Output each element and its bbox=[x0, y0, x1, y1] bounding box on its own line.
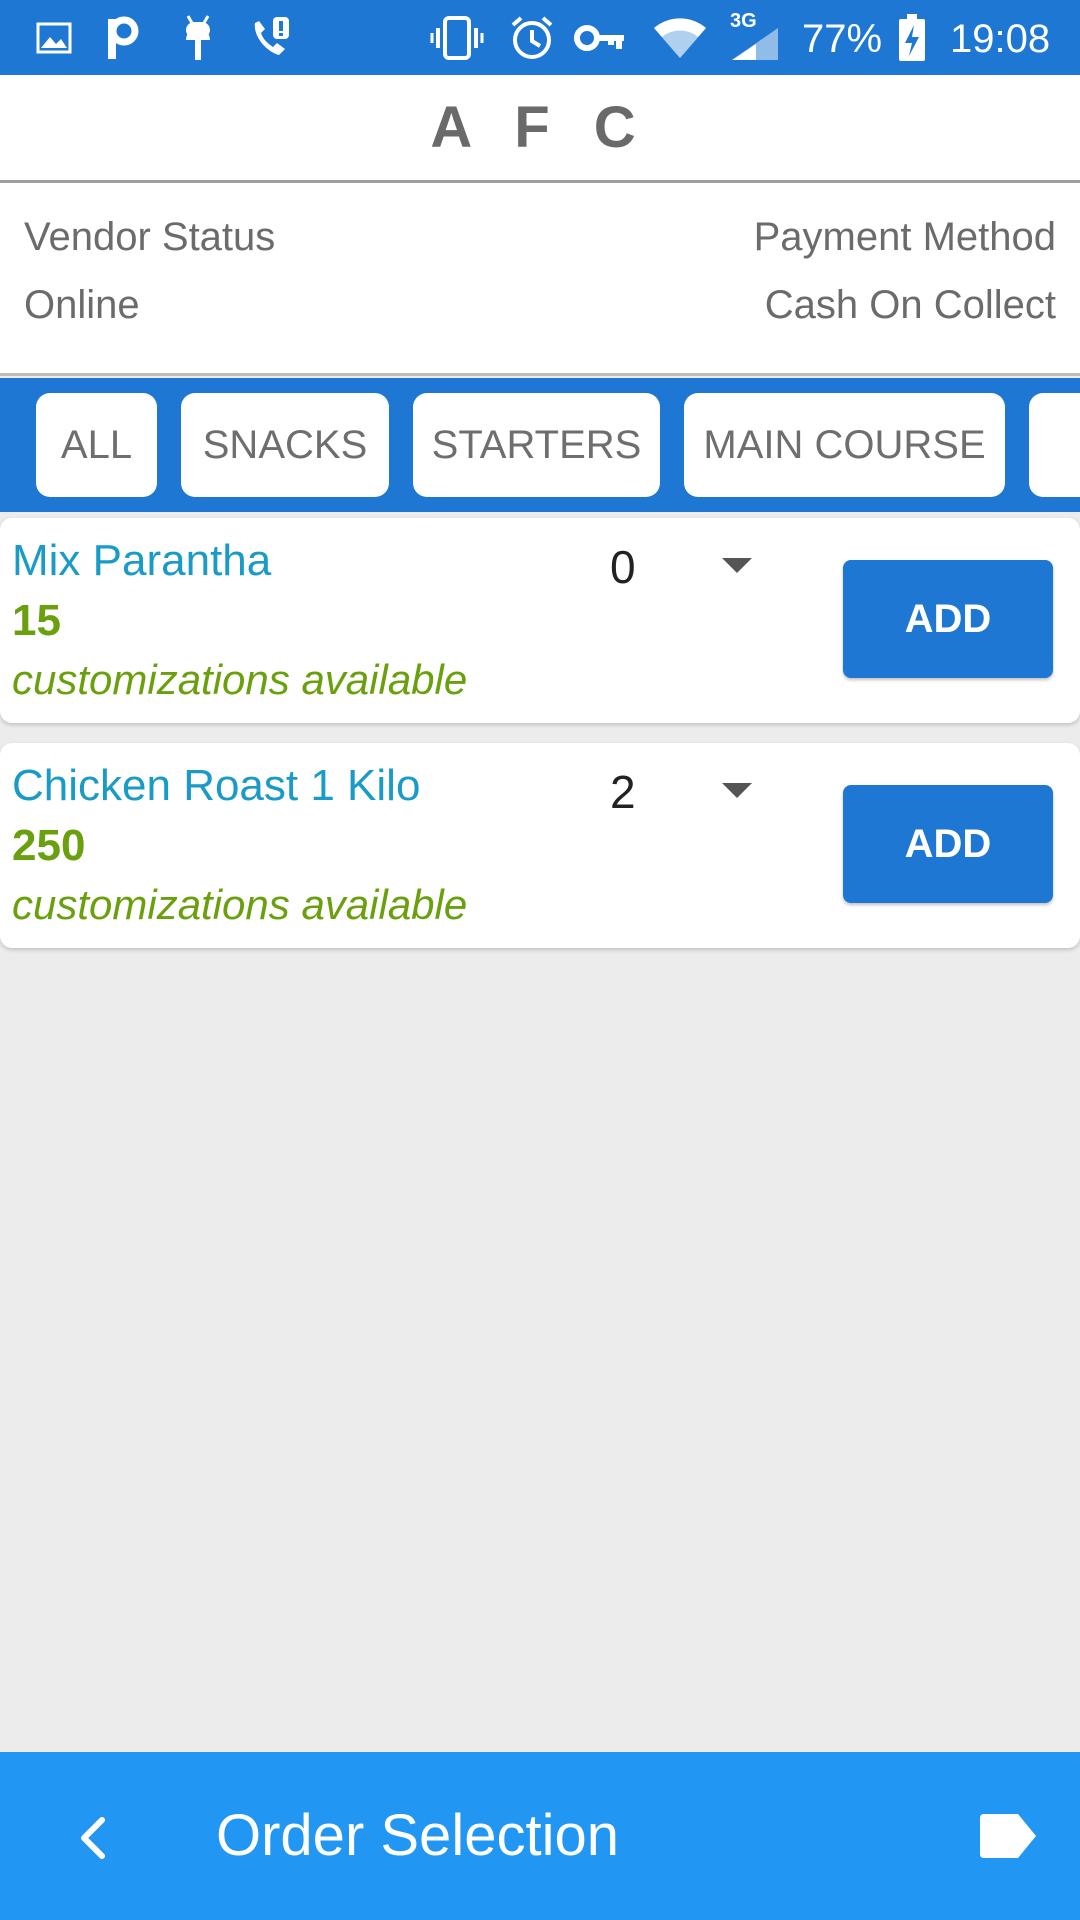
payment-method-value: Cash On Collect bbox=[764, 283, 1056, 327]
tag-icon[interactable] bbox=[978, 1810, 1038, 1862]
signal-icon bbox=[730, 26, 782, 62]
header: A F C bbox=[0, 75, 1080, 183]
quantity-dropdown[interactable]: 0 bbox=[610, 540, 636, 594]
clock: 19:08 bbox=[950, 17, 1051, 61]
alarm-icon bbox=[508, 14, 556, 62]
vendor-status-label: Vendor Status bbox=[24, 215, 276, 259]
item-customizations: customizations available bbox=[12, 881, 468, 928]
screen-title: Order Selection bbox=[216, 1803, 619, 1868]
menu-item-card: Chicken Roast 1 Kilo 250 customizations … bbox=[0, 743, 1080, 948]
category-starters[interactable]: STARTERS bbox=[413, 393, 660, 497]
quantity-dropdown[interactable]: 2 bbox=[610, 765, 636, 819]
back-arrow-icon[interactable] bbox=[60, 1802, 130, 1872]
item-name: Mix Parantha bbox=[12, 536, 272, 585]
add-button[interactable]: ADD bbox=[843, 785, 1053, 903]
item-price: 15 bbox=[12, 596, 61, 645]
status-bar: 3G 77% 19:08 bbox=[0, 0, 1080, 75]
call-alert-icon bbox=[246, 14, 294, 62]
battery-percent: 77% bbox=[802, 17, 883, 61]
p-icon bbox=[104, 14, 144, 62]
add-button[interactable]: ADD bbox=[843, 560, 1053, 678]
bottom-app-bar: Order Selection bbox=[0, 1752, 1080, 1920]
category-tabs: ALL SNACKS STARTERS MAIN COURSE bbox=[0, 378, 1080, 512]
category-snacks[interactable]: SNACKS bbox=[181, 393, 389, 497]
vibrate-icon bbox=[430, 14, 484, 62]
chevron-down-icon[interactable] bbox=[722, 558, 752, 573]
item-customizations: customizations available bbox=[12, 656, 468, 703]
battery-charging-icon bbox=[896, 12, 928, 64]
category-all[interactable]: ALL bbox=[36, 393, 157, 497]
wifi-icon bbox=[652, 14, 708, 62]
vendor-status-value: Online bbox=[24, 283, 140, 327]
payment-method-label: Payment Method bbox=[753, 215, 1056, 259]
menu-item-card: Mix Parantha 15 customizations available… bbox=[0, 518, 1080, 723]
image-icon bbox=[34, 14, 74, 62]
vpn-key-icon bbox=[574, 14, 626, 62]
item-name: Chicken Roast 1 Kilo bbox=[12, 761, 421, 810]
vendor-info-panel: Vendor Status Online Payment Method Cash… bbox=[0, 183, 1080, 376]
android-icon bbox=[178, 14, 218, 62]
item-price: 250 bbox=[12, 821, 86, 870]
category-more[interactable] bbox=[1029, 393, 1080, 497]
chevron-down-icon[interactable] bbox=[722, 783, 752, 798]
category-main-course[interactable]: MAIN COURSE bbox=[684, 393, 1005, 497]
vendor-title: A F C bbox=[430, 95, 650, 160]
